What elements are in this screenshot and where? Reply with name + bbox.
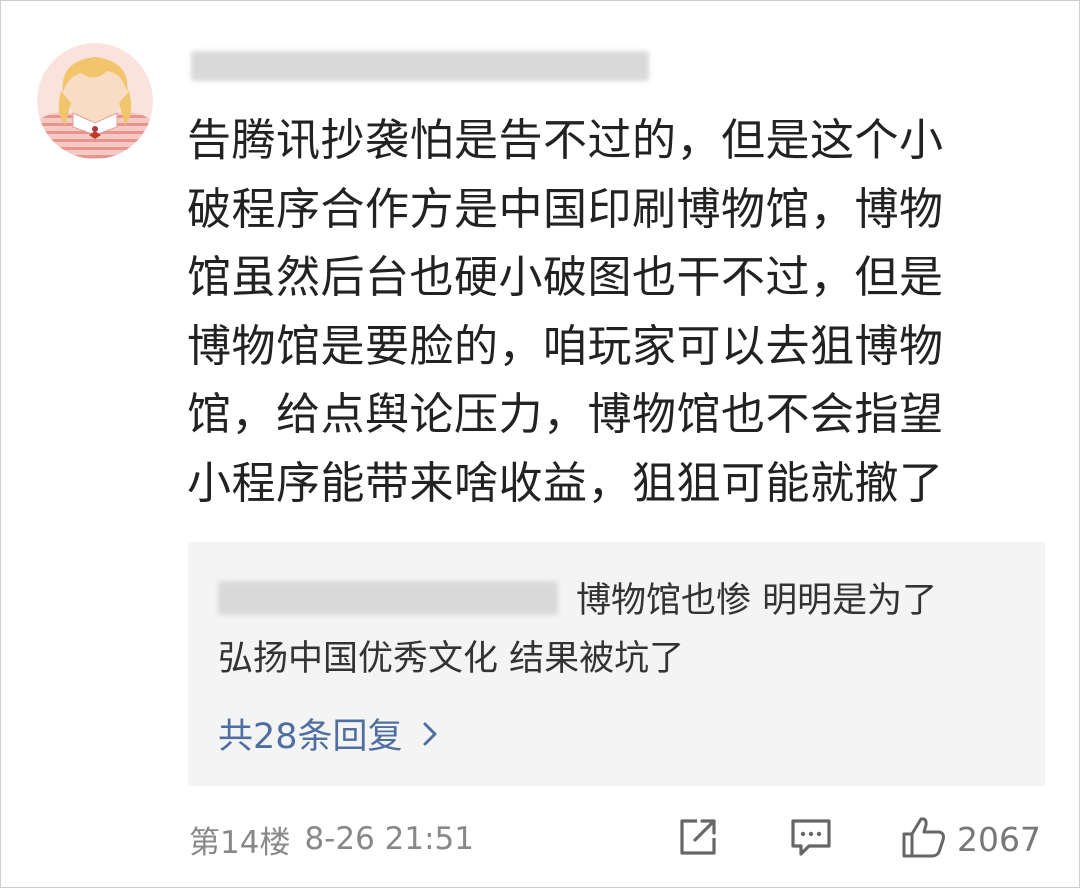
share-button[interactable] [677,815,719,863]
like-button[interactable]: 2067 [901,815,1041,863]
thumbs-up-icon [901,815,947,863]
comment-icon [789,816,833,862]
comment-line: 馆虽然后台也硬小破图也干不过，但是 [187,252,944,303]
reply-line-2: 弘扬中国优秀文化 结果被坑了 [218,639,685,679]
comment-line: 博物馆是要脸的，咱玩家可以去狙博物 [187,320,944,372]
avatar-image [37,43,153,159]
comment-text: 告腾讯抄袭怕是告不过的，但是这个小 破程序合作方是中国印刷博物馆，博物 馆虽然后… [187,107,1017,518]
comment-line: 破程序合作方是中国印刷博物馆，博物 [187,183,944,235]
timestamp: 8-26 21:51 [304,821,474,857]
reply-line-1: 博物馆也惨 明明是为了 [576,581,938,621]
like-count: 2067 [957,819,1041,859]
chevron-right-icon [421,721,439,747]
username[interactable] [191,45,649,87]
reply-button[interactable] [789,815,833,863]
reply-text: 博物馆也惨 明明是为了 弘扬中国优秀文化 结果被坑了 [218,572,1018,688]
comment-card: 告腾讯抄袭怕是告不过的，但是这个小 破程序合作方是中国印刷博物馆，博物 馆虽然后… [0,0,1080,888]
username-redacted [191,51,649,81]
view-all-replies-link[interactable]: 共28条回复 [218,708,439,759]
comment-line: 馆，给点舆论压力，博物馆也不会指望 [187,389,944,440]
share-icon [677,816,719,862]
avatar[interactable] [37,43,153,159]
comment-line: 小程序能带来啥收益，狙狙可能就撤了 [187,457,944,509]
floor-number: 第14楼 [189,824,291,861]
reply-line: 博物馆也惨 明明是为了 [218,572,1018,630]
comment-meta: 第14楼 8-26 21:51 [189,816,474,862]
reply-username-redacted[interactable] [218,581,558,615]
comment-line: 告腾讯抄袭怕是告不过的，但是这个小 [187,115,944,166]
reply-preview[interactable]: 博物馆也惨 明明是为了 弘扬中国优秀文化 结果被坑了 共28条回复 [188,542,1045,786]
view-all-replies-label: 共28条回复 [218,717,403,757]
